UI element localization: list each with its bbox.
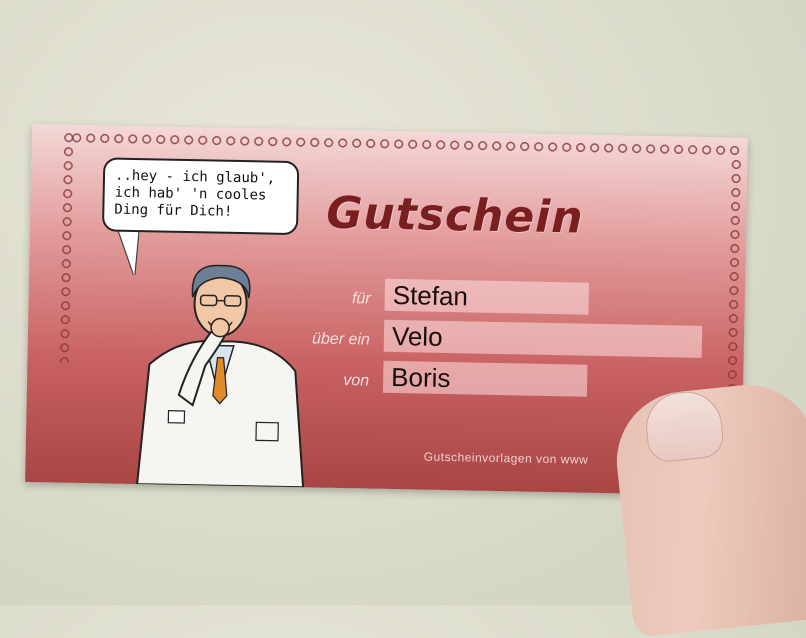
voucher-title: Gutschein [326,188,584,244]
footer-credit-text: Gutscheinvorlagen von www [424,450,589,467]
field-value-ueber-ein: Velo [384,320,703,358]
speech-bubble-line-3: Ding für Dich! [114,202,286,222]
speech-bubble: ..hey - ich glaub', ich hab' 'n cooles D… [102,157,299,235]
decorative-border-left [57,131,75,363]
doctor-cartoon-illustration [117,244,322,488]
field-label-von: von [279,371,369,391]
field-label-ueber-ein: über ein [280,330,370,350]
field-value-von: Boris [383,361,588,397]
decorative-border-top [70,131,740,158]
field-label-fuer: für [281,289,371,309]
field-value-fuer: Stefan [384,279,589,315]
